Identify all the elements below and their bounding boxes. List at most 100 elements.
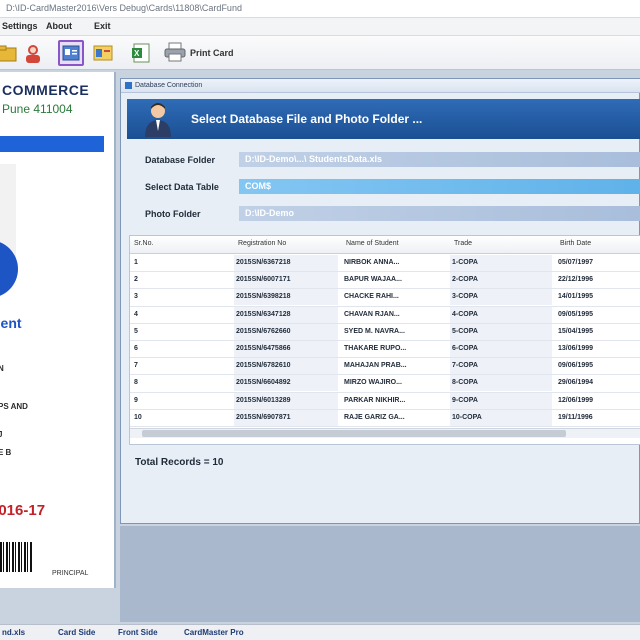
table-cell: 3-COPA [450,289,552,306]
table-cell: 8-COPA [450,375,552,392]
table-row[interactable]: 9 2015SN/6013289 PARKAR NIKHIR... 9-COPA 12/… [130,392,640,410]
dialog-banner: Select Database File and Photo Folder ..… [127,99,640,139]
table-row[interactable]: 4 2015SN/6347128 CHAVAN RJAN... 4-COPA 09/05… [130,306,640,324]
data-table-label: Select Data Table [145,182,219,192]
table-row[interactable]: 7 2015SN/6782610 MAHAJAN PRAB... 7-COPA 09/0… [130,358,640,376]
id-card-preview: COMMERCE Pune 411004 dent N PS AND J E B… [0,72,116,588]
table-cell: RAJE GARIZ GA... [344,413,405,421]
card-organization: COMMERCE [2,82,90,98]
table-cell: 7-COPA [450,358,552,375]
dialog-caption-text: Database Connection [135,82,203,89]
table-cell: 2015SN/6907871 [234,409,338,426]
card-academic-year: 2016-17 [0,502,46,519]
database-icon [125,82,132,89]
table-cell: 22/12/1996 [558,276,594,284]
status-card-side: Card Side [58,628,96,637]
excel-icon[interactable]: X [128,40,154,66]
table-row[interactable]: 1 2015SN/6367218 NIRBOK ANNA... 1-COPA 05/07… [130,255,640,273]
print-card-button[interactable]: Print Card [164,42,234,64]
column-header[interactable]: Birth Date [560,240,591,247]
table-cell: 19/11/1996 [558,413,593,421]
card-line: N [0,364,4,373]
card-design-icon[interactable] [90,40,116,66]
toolbar: X Print Card [0,36,640,70]
column-header[interactable]: Trade [454,240,472,247]
table-cell: CHACKE RAHI... [344,293,399,301]
table-row[interactable]: 10 2015SN/6907871 RAJE GARIZ GA... 10-COPA 1… [130,409,640,427]
table-cell: 2015SN/6475866 [234,340,338,357]
database-folder-field[interactable]: D:\ID-Demo\...\ StudentsData.xls [239,152,640,167]
table-cell: SYED M. NAVRA... [344,327,405,335]
records-grid[interactable]: Sr.No. Registration No Name of Student T… [129,235,640,445]
table-cell: 15/04/1995 [558,327,594,335]
table-cell: 2015SN/6782610 [234,358,338,375]
table-row[interactable]: 8 2015SN/6604892 MIRZO WAJIRO... 8-COPA 29/0… [130,375,640,393]
table-cell: 9-COPA [450,392,552,409]
table-cell: 7 [134,362,138,370]
workspace-background [120,526,640,622]
table-cell: 4 [134,310,138,318]
table-cell: 09/06/1995 [558,362,594,370]
column-header[interactable]: Sr.No. [134,240,153,247]
card-city: Pune 411004 [2,102,73,116]
window-title: D:\ID-CardMaster2016\Vers Debug\Cards\11… [0,0,640,18]
user-icon[interactable] [20,40,46,66]
table-row[interactable]: 5 2015SN/6762660 SYED M. NAVRA... 5-COPA 15/… [130,323,640,341]
svg-text:X: X [134,49,140,58]
data-table-select[interactable]: COM$ [239,179,640,194]
table-cell: NIRBOK ANNA... [344,259,400,266]
grid-rows: 1 2015SN/6367218 NIRBOK ANNA... 1-COPA 05/07… [130,255,640,427]
total-records: Total Records = 10 [135,457,224,468]
table-cell: 5-COPA [450,323,552,340]
photo-folder-field[interactable]: D:\ID-Demo [239,206,640,221]
table-cell: CHAVAN RJAN... [344,310,400,318]
table-cell: 2015SN/6604892 [234,375,338,392]
table-row[interactable]: 6 2015SN/6475866 THAKARE RUPO... 6-COPA 13/0… [130,340,640,359]
grid-header: Sr.No. Registration No Name of Student T… [130,236,640,254]
menu-exit[interactable]: Exit [94,21,111,31]
card-barcode [0,542,32,572]
printer-icon [164,42,186,64]
id-card-icon[interactable] [58,40,84,66]
table-cell: 9 [134,396,138,404]
table-cell: 09/05/1995 [558,310,594,318]
status-file: nd.xls [2,628,26,637]
table-cell: 10-COPA [450,409,552,426]
table-cell: BAPUR WAJAA... [344,276,402,284]
dialog-banner-title: Select Database File and Photo Folder ..… [191,112,423,126]
table-cell: 2015SN/6347128 [234,306,338,323]
horizontal-scrollbar[interactable] [130,428,640,438]
table-cell: 14/01/1995 [558,293,594,301]
folder-icon[interactable] [0,40,20,66]
card-line: J [0,430,2,439]
menu-about[interactable]: About [46,21,72,31]
table-cell: 2015SN/6762660 [234,323,338,340]
card-signature-label: PRINCIPAL [52,570,89,577]
table-cell: 2-COPA [450,272,552,289]
table-cell: 5 [134,327,138,335]
card-role: dent [0,315,22,331]
table-cell: THAKARE RUPO... [344,344,407,352]
table-row[interactable]: 2 2015SN/6007171 BAPUR WAJAA... 2-COPA 22/12… [130,272,640,290]
column-header[interactable]: Name of Student [346,240,399,247]
print-card-label: Print Card [190,48,234,58]
menu-settings[interactable]: Settings [2,21,38,31]
column-header[interactable]: Registration No [238,240,286,247]
table-cell: 2015SN/6013289 [234,392,338,409]
table-cell: MAHAJAN PRAB... [344,362,407,370]
dialog-caption: Database Connection [121,79,640,93]
table-row[interactable]: 3 2015SN/6398218 CHACKE RAHI... 3-COPA 14/01… [130,289,640,307]
scrollbar-thumb[interactable] [142,430,566,437]
status-app-name: CardMaster Pro [184,628,244,637]
status-front-side: Front Side [118,628,158,637]
table-cell: 4-COPA [450,306,552,323]
menu-bar: Settings About Exit [0,18,640,36]
table-cell: 1-COPA [450,255,552,271]
status-bar: nd.xls Card Side Front Side CardMaster P… [0,624,640,640]
photo-folder-label: Photo Folder [145,209,201,219]
database-folder-label: Database Folder [145,155,216,165]
user-avatar-icon [145,103,171,137]
table-cell: 6-COPA [450,340,552,357]
database-connection-dialog: Database Connection Select Database File… [120,78,640,524]
table-cell: 12/06/1999 [558,396,594,404]
